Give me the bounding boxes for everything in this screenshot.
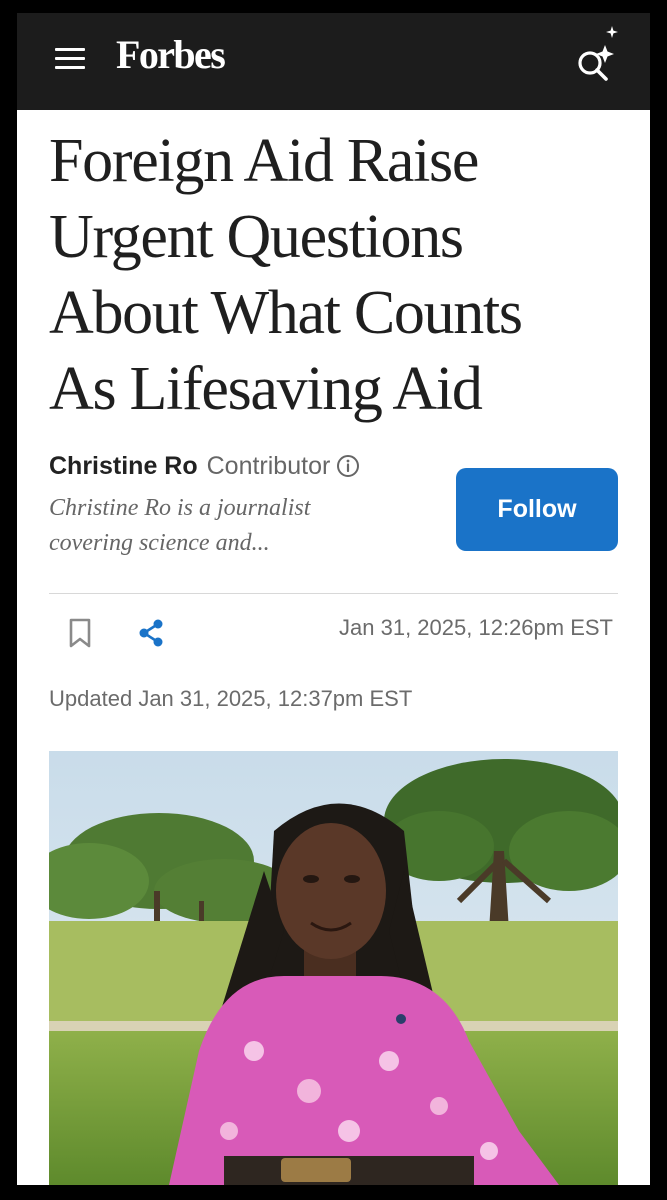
author-role: Contributor (206, 451, 331, 480)
bio-line: covering science and... (49, 530, 270, 556)
article-headline: Foreign Aid Raise Urgent Questions About W… (49, 123, 629, 427)
article-page: Forbes Foreign Aid Raise Urgent Questions… (17, 13, 650, 1185)
publish-date: Jan 31, 2025, 12:26pm EST (339, 615, 613, 640)
divider (49, 593, 618, 594)
forbes-logo[interactable]: Forbes (116, 31, 226, 79)
author-bio: Christine Ro is a journalist covering sci… (49, 491, 409, 561)
headline-line: About What Counts (49, 279, 523, 347)
sparkle-search-icon[interactable] (570, 19, 630, 85)
top-navigation-bar: Forbes (17, 13, 650, 110)
hero-photo[interactable] (49, 751, 618, 1185)
follow-button[interactable]: Follow (456, 468, 618, 551)
bio-line: Christine Ro is a journalist (49, 495, 311, 521)
updated-timestamp: Jan 31, 2025, 12:37pm EST (138, 686, 413, 711)
bookmark-icon[interactable] (66, 616, 94, 650)
headline-line: As Lifesaving Aid (49, 355, 483, 423)
info-icon[interactable] (336, 454, 360, 478)
headline-line: Urgent Questions (49, 203, 464, 271)
headline-line: Foreign Aid Raise (49, 127, 479, 195)
updated-label: Updated (49, 686, 133, 711)
share-icon[interactable] (135, 616, 167, 650)
updated-date: Updated Jan 31, 2025, 12:37pm EST (49, 684, 412, 714)
hamburger-menu-icon[interactable] (53, 46, 87, 72)
author-name[interactable]: Christine Ro (49, 452, 198, 481)
author-byline: Christine Ro Contributor (49, 449, 360, 483)
